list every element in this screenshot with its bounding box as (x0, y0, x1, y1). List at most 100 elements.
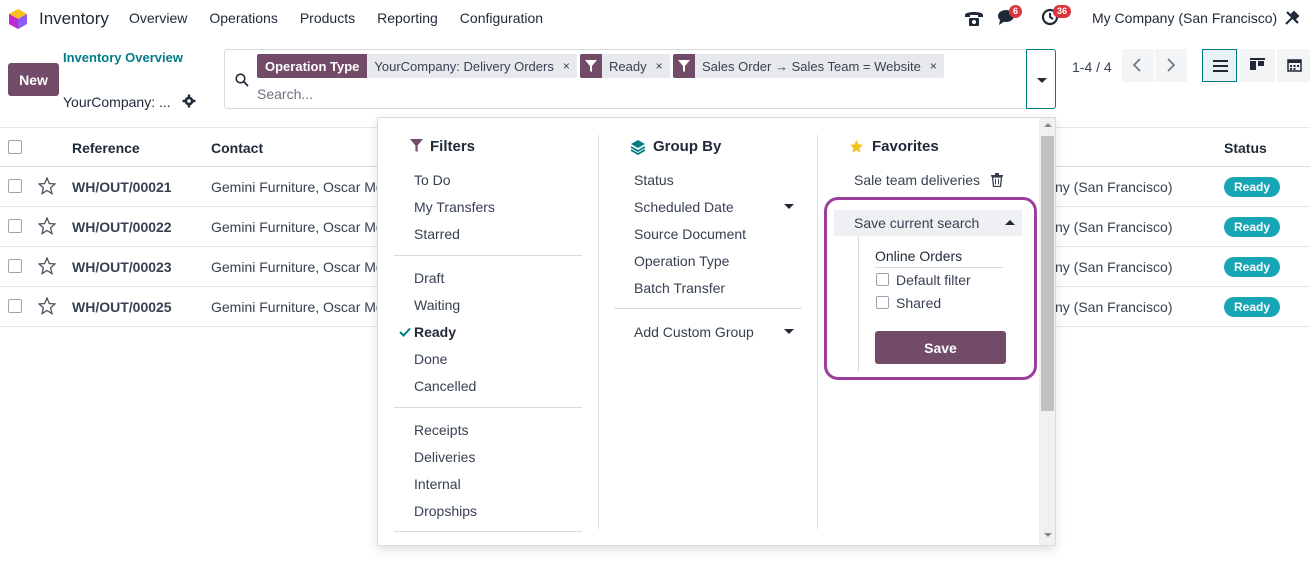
status-badge: Ready (1224, 217, 1281, 237)
scroll-down-icon[interactable] (1044, 533, 1052, 537)
checkmark-icon (399, 327, 411, 337)
filter-to-do[interactable]: To Do (414, 172, 451, 188)
status-badge: Ready (1224, 177, 1281, 197)
select-all-checkbox[interactable] (8, 140, 22, 154)
column-reference[interactable]: Reference (72, 140, 140, 156)
row-company: ny (San Francisco) (1055, 299, 1173, 315)
chevron-right-icon (1167, 58, 1176, 72)
trash-icon[interactable] (991, 173, 1003, 187)
groupby-batch-transfer[interactable]: Batch Transfer (634, 280, 725, 296)
facet-remove-icon[interactable]: × (561, 54, 577, 78)
filter-draft[interactable]: Draft (414, 270, 444, 286)
menu-reporting[interactable]: Reporting (377, 10, 438, 26)
main-menu: Overview Operations Products Reporting C… (129, 10, 565, 26)
save-favorite-button[interactable]: Save (875, 331, 1006, 364)
search-options-dropdown: Filters To Do My Transfers Starred Draft… (377, 117, 1056, 546)
favorite-sale-team-deliveries[interactable]: Sale team deliveries (854, 172, 980, 188)
filter-dropships[interactable]: Dropships (414, 503, 477, 519)
groupby-status[interactable]: Status (634, 172, 674, 188)
row-checkbox[interactable] (8, 219, 22, 233)
filter-internal[interactable]: Internal (414, 476, 461, 492)
messages-button[interactable]: 6 (997, 5, 1023, 28)
caret-down-icon[interactable] (784, 204, 794, 209)
column-status[interactable]: Status (1224, 140, 1267, 156)
group-by-title: Group By (630, 138, 721, 155)
filter-ready[interactable]: Ready (414, 324, 456, 340)
menu-products[interactable]: Products (300, 10, 355, 26)
calendar-view-button[interactable] (1277, 49, 1310, 82)
filter-starred[interactable]: Starred (414, 226, 460, 242)
row-contact: Gemini Furniture, Oscar Mo (211, 259, 384, 275)
filter-done[interactable]: Done (414, 351, 447, 367)
default-filter-checkbox[interactable] (876, 273, 889, 286)
search-input[interactable] (257, 86, 1017, 102)
gear-icon[interactable] (182, 94, 196, 108)
row-reference: WH/OUT/00022 (72, 219, 172, 235)
facet-remove-icon[interactable]: × (928, 54, 944, 78)
activities-button[interactable]: 36 (1041, 5, 1072, 28)
phone-icon[interactable] (963, 8, 985, 28)
menu-configuration[interactable]: Configuration (460, 10, 543, 26)
activities-badge: 36 (1053, 5, 1072, 18)
row-checkbox[interactable] (8, 259, 22, 273)
shared-checkbox[interactable] (876, 296, 889, 309)
pager-value[interactable]: 1-4 / 4 (1072, 59, 1112, 75)
column-divider (598, 135, 599, 529)
divider (394, 531, 582, 532)
default-filter-label[interactable]: Default filter (896, 272, 971, 288)
new-button[interactable]: New (8, 63, 59, 96)
pager-next-button[interactable] (1155, 49, 1187, 82)
row-contact: Gemini Furniture, Oscar Mo (211, 219, 384, 235)
app-title[interactable]: Inventory (39, 9, 109, 29)
company-switcher[interactable]: My Company (San Francisco) (1092, 10, 1277, 26)
scroll-up-icon[interactable] (1044, 123, 1052, 127)
filter-deliveries[interactable]: Deliveries (414, 449, 475, 465)
pager-previous-button[interactable] (1122, 49, 1154, 82)
debug-tools-icon[interactable] (1284, 10, 1300, 26)
filter-receipts[interactable]: Receipts (414, 422, 468, 438)
row-reference: WH/OUT/00021 (72, 179, 172, 195)
scrollbar-thumb[interactable] (1041, 136, 1054, 411)
filter-icon (410, 139, 423, 152)
chevron-left-icon (1132, 58, 1141, 72)
list-view-button[interactable] (1202, 49, 1237, 82)
row-contact: Gemini Furniture, Oscar Mo (211, 299, 384, 315)
menu-overview[interactable]: Overview (129, 10, 187, 26)
inventory-app-icon[interactable] (8, 8, 28, 30)
facet-remove-icon[interactable]: × (654, 54, 670, 78)
shared-label[interactable]: Shared (896, 295, 941, 311)
facet-ready: Ready × (580, 54, 670, 78)
row-checkbox[interactable] (8, 179, 22, 193)
star-icon[interactable] (38, 217, 56, 235)
layers-icon (630, 140, 646, 155)
filter-cancelled[interactable]: Cancelled (414, 378, 476, 394)
search-options-toggle[interactable] (1026, 49, 1056, 109)
facet-sales-team: Sales Order → Sales Team = Website × (673, 54, 944, 78)
star-icon[interactable] (38, 297, 56, 315)
groupby-scheduled-date[interactable]: Scheduled Date (634, 199, 734, 215)
breadcrumb-parent[interactable]: Inventory Overview (63, 50, 183, 65)
star-icon[interactable] (38, 177, 56, 195)
facet-operation-type: Operation Type YourCompany: Delivery Ord… (257, 54, 577, 78)
column-contact[interactable]: Contact (211, 140, 263, 156)
filter-my-transfers[interactable]: My Transfers (414, 199, 495, 215)
row-reference: WH/OUT/00025 (72, 299, 172, 315)
kanban-view-button[interactable] (1240, 49, 1275, 82)
groupby-operation-type[interactable]: Operation Type (634, 253, 729, 269)
groupby-source-document[interactable]: Source Document (634, 226, 746, 242)
menu-operations[interactable]: Operations (209, 10, 277, 26)
favorite-name-input[interactable] (875, 248, 1003, 268)
row-company: ny (San Francisco) (1055, 219, 1173, 235)
add-custom-group-select[interactable]: Add Custom Group (634, 324, 754, 340)
facet-tag: Operation Type (257, 54, 368, 78)
filter-waiting[interactable]: Waiting (414, 297, 460, 313)
save-current-search-toggle[interactable]: Save current search (834, 210, 1022, 236)
status-badge: Ready (1224, 297, 1281, 317)
favorites-title: Favorites (849, 138, 939, 155)
star-icon[interactable] (38, 257, 56, 275)
caret-up-icon (1005, 220, 1015, 225)
row-checkbox[interactable] (8, 299, 22, 313)
caret-down-icon[interactable] (784, 329, 794, 334)
row-company: ny (San Francisco) (1055, 179, 1173, 195)
row-reference: WH/OUT/00023 (72, 259, 172, 275)
